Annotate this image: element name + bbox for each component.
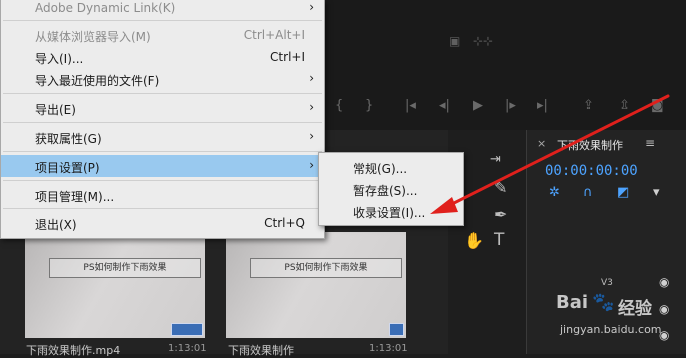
watermark-brand: Bai — [556, 292, 589, 313]
go-to-out-icon[interactable]: ▸| — [537, 99, 548, 113]
file-menu: Adobe Dynamic Link(K) › 从媒体浏览器导入(M) Ctrl… — [0, 0, 325, 239]
watermark-url: jingyan.baidu.com — [560, 323, 662, 336]
chevron-right-icon: › — [309, 0, 314, 14]
submenu-item-general[interactable]: 常规(G)... — [319, 156, 463, 178]
menu-item-import-media-browser[interactable]: 从媒体浏览器导入(M) Ctrl+Alt+I — [1, 24, 324, 46]
submenu-item-ingest-settings[interactable]: 收录设置(I)... — [319, 200, 463, 222]
linked-selection-icon[interactable]: ◩ — [617, 185, 629, 200]
menu-item-import-recent[interactable]: 导入最近使用的文件(F) › — [1, 68, 324, 90]
playback-controls: { } |◂ ◂| ▶ |▸ ▸| ⇪ ⇫ ◙ — [325, 92, 686, 122]
menu-item-label: 项目管理(M)... — [35, 190, 115, 204]
razor-icon[interactable]: ✎ — [494, 178, 507, 197]
playhead-timecode[interactable]: 00:00:00:00 — [545, 163, 638, 179]
menu-item-export[interactable]: 导出(E) › — [1, 97, 324, 119]
thumbnail-title: PS如何制作下雨效果 — [250, 258, 402, 278]
menu-item-label: 导入最近使用的文件(F) — [35, 74, 160, 88]
menu-item-label: 获取属性(G) — [35, 132, 102, 146]
add-marker-icon[interactable]: ▾ — [653, 185, 660, 200]
menu-item-label: 从媒体浏览器导入(M) — [35, 30, 151, 44]
menu-item-get-properties[interactable]: 获取属性(G) › — [1, 126, 324, 148]
submenu-item-label: 常规(G)... — [353, 162, 408, 176]
pen-icon[interactable]: ✒ — [494, 205, 507, 224]
menu-separator — [3, 208, 322, 209]
track-select-icon[interactable]: ⇥ — [490, 152, 501, 167]
menu-item-project-manager[interactable]: 项目管理(M)... — [1, 184, 324, 206]
play-icon[interactable]: ▶ — [473, 99, 483, 113]
clip-duration: 1:13:01 — [168, 343, 207, 354]
clip-thumbnail[interactable]: PS如何制作下雨效果 — [25, 232, 205, 338]
eye-icon[interactable]: ◉ — [659, 275, 669, 289]
menu-item-project-settings[interactable]: 项目设置(P) › — [1, 155, 324, 177]
clip-thumbnail[interactable]: PS如何制作下雨效果 — [226, 232, 406, 338]
clip-name[interactable]: 下雨效果制作.mp4 — [26, 342, 120, 358]
chevron-right-icon: › — [309, 129, 314, 143]
menu-item-label: Adobe Dynamic Link(K) — [35, 1, 176, 15]
camera-icon[interactable]: ◙ — [651, 99, 664, 113]
menu-item-label: 导入(I)... — [35, 52, 84, 66]
submenu-item-label: 收录设置(I)... — [353, 206, 426, 220]
menu-item-exit[interactable]: 退出(X) Ctrl+Q — [1, 212, 324, 234]
chevron-right-icon: › — [309, 100, 314, 114]
type-icon[interactable]: T — [494, 230, 504, 250]
baidu-jingyan-watermark: Bai 🐾 经验 jingyan.baidu.com — [556, 292, 684, 352]
nest-icon[interactable]: ✲ — [549, 185, 560, 200]
project-settings-submenu: 常规(G)... 暂存盘(S)... 收录设置(I)... — [318, 152, 464, 226]
track-label: V3 — [601, 278, 613, 288]
audio-waveform-icon[interactable]: ⊹⊹ — [473, 34, 493, 48]
menu-item-label: 项目设置(P) — [35, 161, 100, 175]
chevron-right-icon: › — [309, 71, 314, 85]
menu-separator — [3, 93, 322, 94]
monitor-settings-icon[interactable]: ▣ — [449, 34, 460, 48]
menu-shortcut: Ctrl+Q — [264, 216, 305, 230]
extract-icon[interactable]: ⇫ — [619, 99, 630, 113]
menu-separator — [3, 151, 322, 152]
clip-name[interactable]: 下雨效果制作 — [228, 342, 294, 358]
menu-item-import[interactable]: 导入(I)... Ctrl+I — [1, 46, 324, 68]
submenu-item-scratch-disks[interactable]: 暂存盘(S)... — [319, 178, 463, 200]
step-forward-icon[interactable]: |▸ — [505, 99, 516, 113]
video-audio-badge-icon — [171, 323, 203, 336]
chevron-right-icon: › — [309, 158, 314, 172]
snap-icon[interactable]: ∩ — [583, 185, 593, 200]
menu-shortcut: Ctrl+Alt+I — [243, 28, 305, 42]
panel-menu-icon[interactable]: ≡ — [645, 136, 655, 150]
close-icon[interactable]: × — [537, 137, 546, 150]
paw-icon: 🐾 — [592, 292, 615, 313]
submenu-item-label: 暂存盘(S)... — [353, 184, 418, 198]
sequence-badge-icon — [389, 323, 404, 336]
menu-separator — [3, 180, 322, 181]
step-back-icon[interactable]: ◂| — [439, 99, 450, 113]
menu-separator — [3, 20, 322, 21]
menu-item-label: 退出(X) — [35, 218, 77, 232]
timeline-title: 下雨效果制作 — [557, 139, 623, 152]
timeline-tab[interactable]: × 下雨效果制作 ≡ — [527, 132, 686, 156]
thumbnail-title: PS如何制作下雨效果 — [49, 258, 201, 278]
hand-icon[interactable]: ✋ — [464, 231, 484, 250]
menu-item-adobe-dynamic-link[interactable]: Adobe Dynamic Link(K) › — [1, 0, 324, 19]
menu-item-label: 导出(E) — [35, 103, 76, 117]
menu-separator — [3, 122, 322, 123]
lift-icon[interactable]: ⇪ — [583, 99, 594, 113]
menu-shortcut: Ctrl+I — [270, 50, 305, 64]
mark-out-icon[interactable]: } — [365, 99, 373, 113]
go-to-in-icon[interactable]: |◂ — [405, 99, 416, 113]
mark-in-icon[interactable]: { — [335, 99, 343, 113]
watermark-jingyan: 经验 — [618, 299, 652, 319]
clip-duration: 1:13:01 — [369, 343, 408, 354]
